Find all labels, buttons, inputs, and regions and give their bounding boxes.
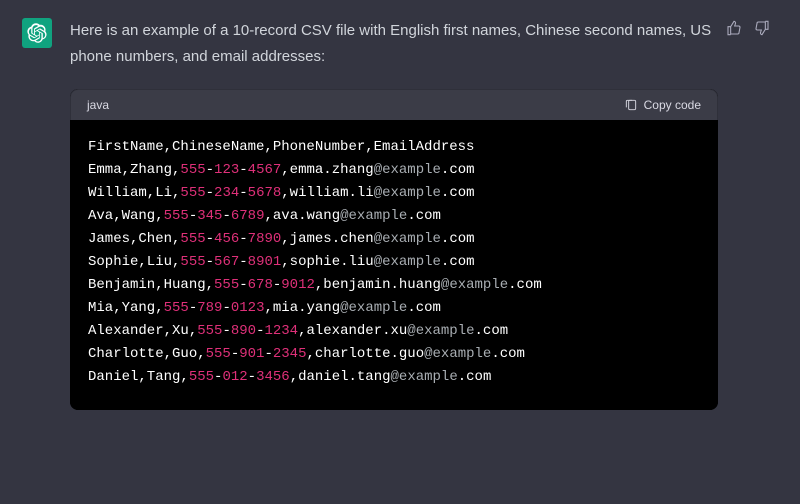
copy-code-button[interactable]: Copy code [624, 98, 701, 112]
feedback-buttons [726, 20, 770, 36]
assistant-avatar [22, 18, 52, 48]
code-block: java Copy code FirstName,ChineseName,Pho… [70, 89, 718, 410]
thumbs-down-button[interactable] [754, 20, 770, 36]
code-content[interactable]: FirstName,ChineseName,PhoneNumber,EmailA… [70, 120, 718, 410]
openai-logo-icon [27, 23, 47, 43]
chat-message: Here is an example of a 10-record CSV fi… [0, 0, 800, 410]
copy-code-label: Copy code [644, 98, 701, 112]
intro-text: Here is an example of a 10-record CSV fi… [70, 18, 718, 71]
clipboard-icon [624, 98, 638, 112]
thumbs-down-icon [754, 20, 770, 36]
code-language-label: java [87, 98, 109, 112]
thumbs-up-button[interactable] [726, 20, 742, 36]
thumbs-up-icon [726, 20, 742, 36]
assistant-message-body: Here is an example of a 10-record CSV fi… [70, 18, 778, 410]
code-header: java Copy code [70, 89, 718, 120]
csv-header-line: FirstName,ChineseName,PhoneNumber,EmailA… [88, 139, 474, 155]
